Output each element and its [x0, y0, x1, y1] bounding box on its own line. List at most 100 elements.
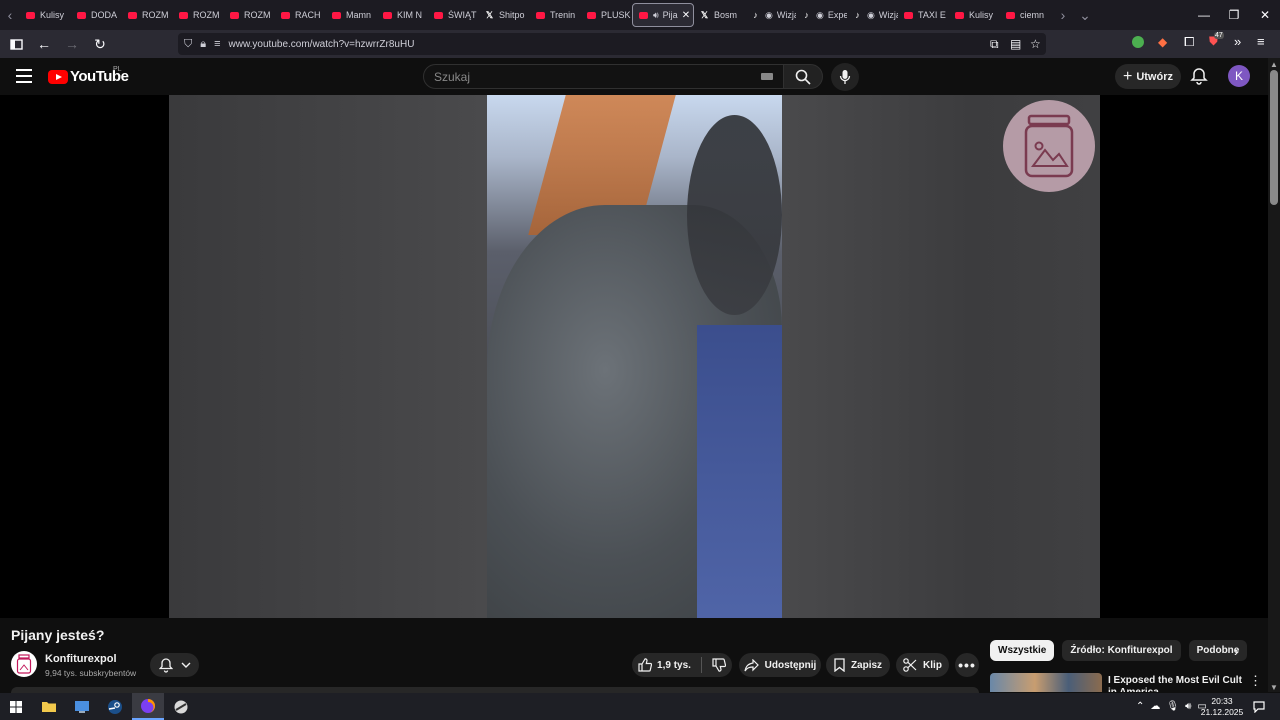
close-window-icon[interactable]: ✕	[1249, 0, 1280, 30]
tab-label: Mamn	[346, 10, 372, 20]
browser-tab[interactable]: 𝕏 Shitpo	[479, 3, 530, 27]
bookmark-star-icon[interactable]: ☆	[1030, 37, 1041, 51]
url-bar[interactable]: ⛉ 🔒︎ ≡ www.youtube.com/watch?v=hzwrrZr8u…	[178, 33, 1046, 55]
tab-label: Trenin	[550, 10, 576, 20]
steam-icon[interactable]	[99, 693, 131, 720]
tab-scroll-left-icon[interactable]: ‹	[0, 0, 20, 30]
clip-button[interactable]: Klip	[896, 653, 949, 677]
browser-tab[interactable]: 𝕏 Bosm	[694, 3, 745, 27]
scroll-up-icon[interactable]: ▲	[1270, 60, 1278, 69]
save-button[interactable]: Zapisz	[826, 653, 890, 677]
browser-tab[interactable]: ♪ ◉Experi	[796, 3, 847, 27]
bookmark-icon	[834, 658, 845, 672]
lock-icon[interactable]: 🔒︎	[200, 38, 206, 51]
video-title: Pijany jesteś?	[11, 627, 105, 643]
notifications-bell-icon[interactable]	[1190, 67, 1208, 85]
recommendation-menu-icon[interactable]: ⋮	[1249, 673, 1262, 689]
tab-audio-icon[interactable]: 🔊︎	[653, 10, 659, 21]
like-button[interactable]: 1,9 tys.	[638, 658, 691, 672]
browser-tab[interactable]: Trenin	[530, 3, 581, 27]
chip-all[interactable]: Wszystkie	[990, 640, 1055, 661]
browser-tab[interactable]: ROZM	[224, 3, 275, 27]
browser-tab[interactable]: PLUSK	[581, 3, 632, 27]
recommendation-title[interactable]: I Exposed the Most Evil Cult in America	[1108, 675, 1243, 692]
tracking-shield-icon[interactable]: ⛉	[184, 38, 192, 51]
permissions-icon[interactable]: ≡	[214, 38, 220, 50]
minimize-icon[interactable]: —	[1188, 0, 1220, 30]
app-menu-icon[interactable]: ≡	[1257, 34, 1265, 49]
close-tab-icon[interactable]: ✕	[682, 10, 690, 21]
more-actions-button[interactable]: •••	[955, 653, 979, 677]
tab-list-dropdown-icon[interactable]: ⌄	[1075, 0, 1095, 30]
keyboard-icon[interactable]	[761, 73, 773, 80]
picture-in-picture-icon[interactable]: ⧉	[990, 37, 999, 52]
notifications-icon[interactable]	[1246, 693, 1272, 720]
browser-tab[interactable]: KIM N	[377, 3, 428, 27]
restore-icon[interactable]: ❐	[1218, 0, 1250, 30]
back-icon[interactable]: ←	[32, 32, 56, 56]
game-app-icon[interactable]	[165, 693, 197, 720]
channel-name[interactable]: Konfiturexpol	[45, 653, 117, 665]
channel-avatar[interactable]	[11, 651, 37, 677]
windows-start-icon[interactable]	[0, 693, 32, 720]
more-tools-icon[interactable]: »	[1234, 34, 1241, 49]
browser-tab[interactable]: DODA	[71, 3, 122, 27]
remote-desktop-icon[interactable]	[66, 693, 98, 720]
tab-label: Bosm	[714, 10, 738, 20]
tab-label: ROZM	[244, 10, 271, 20]
browser-tab[interactable]: 🔊︎ Pija ✕	[632, 3, 694, 27]
scroll-down-icon[interactable]: ▼	[1270, 683, 1278, 692]
search-button[interactable]	[783, 64, 823, 89]
extensions-puzzle-icon[interactable]: ⧠	[1184, 34, 1194, 50]
url-text[interactable]: www.youtube.com/watch?v=hzwrrZr8uHU	[229, 39, 415, 50]
browser-tab[interactable]: Mamn	[326, 3, 377, 27]
forward-icon[interactable]: →	[60, 32, 84, 56]
create-button[interactable]: + Utwórz	[1115, 64, 1181, 89]
search-input[interactable]	[434, 69, 734, 84]
microphone-tray-icon[interactable]: 🎙︎	[1166, 701, 1179, 712]
browser-tab[interactable]: Kulisy	[20, 3, 71, 27]
scrollbar-thumb[interactable]	[1270, 70, 1278, 205]
browser-tab[interactable]: RACH	[275, 3, 326, 27]
browser-tab[interactable]: ♪ ◉Wizja	[745, 3, 796, 27]
browser-tab[interactable]: ŚWIĄT	[428, 3, 479, 27]
chip-from-channel[interactable]: Źródło: Konfiturexpol	[1062, 640, 1181, 661]
firefox-icon[interactable]	[132, 693, 164, 720]
more-horizontal-icon: •••	[958, 657, 976, 673]
reader-view-icon[interactable]: ▤	[1010, 37, 1021, 51]
vpn-extension-icon[interactable]	[1132, 36, 1144, 48]
search-box[interactable]	[423, 64, 784, 89]
guide-menu-icon[interactable]	[16, 69, 32, 83]
browser-tab[interactable]: ROZM	[173, 3, 224, 27]
chevron-right-icon[interactable]: ›	[1234, 643, 1239, 659]
browser-tab[interactable]: ROZM	[122, 3, 173, 27]
share-button[interactable]: Udostępnij	[739, 653, 821, 677]
channel-watermark[interactable]	[1003, 100, 1095, 192]
sidebar-toggle-icon[interactable]	[4, 32, 28, 56]
file-explorer-icon[interactable]	[33, 693, 65, 720]
voice-search-button[interactable]	[831, 63, 859, 91]
account-avatar[interactable]: K	[1228, 65, 1250, 87]
reload-icon[interactable]: ↻	[88, 32, 112, 56]
youtube-logo[interactable]: YouTube PL	[48, 66, 129, 85]
browser-tab[interactable]: TAXI E	[898, 3, 949, 27]
tab-scroll-right-icon[interactable]: ›	[1053, 0, 1073, 30]
video-player[interactable]	[169, 95, 1100, 618]
browser-tab[interactable]: Kulisy	[949, 3, 1000, 27]
recommendation-thumbnail[interactable]	[990, 673, 1102, 692]
dislike-button[interactable]	[712, 658, 726, 672]
system-tray: ⌃ ☁︎ 🎙︎ 🔊︎ ▭	[1136, 693, 1207, 720]
youtube-icon	[179, 11, 188, 19]
browser-tab[interactable]: ciemn	[1000, 3, 1051, 27]
fox-extension-icon[interactable]: ◆	[1158, 35, 1167, 49]
tab-label: Pija	[662, 10, 678, 20]
taskbar-clock[interactable]: 20:33 21.12.2025	[1198, 696, 1246, 718]
volume-icon[interactable]: 🔊︎	[1185, 701, 1191, 712]
tray-overflow-icon[interactable]: ⌃	[1136, 701, 1144, 712]
browser-tab[interactable]: ♪ ◉Wizja	[847, 3, 898, 27]
onedrive-icon[interactable]: ☁︎	[1150, 701, 1160, 712]
youtube-icon	[128, 11, 137, 19]
youtube-icon	[434, 11, 443, 19]
chevron-down-icon	[181, 662, 190, 668]
subscribed-notifications-button[interactable]	[150, 653, 199, 677]
